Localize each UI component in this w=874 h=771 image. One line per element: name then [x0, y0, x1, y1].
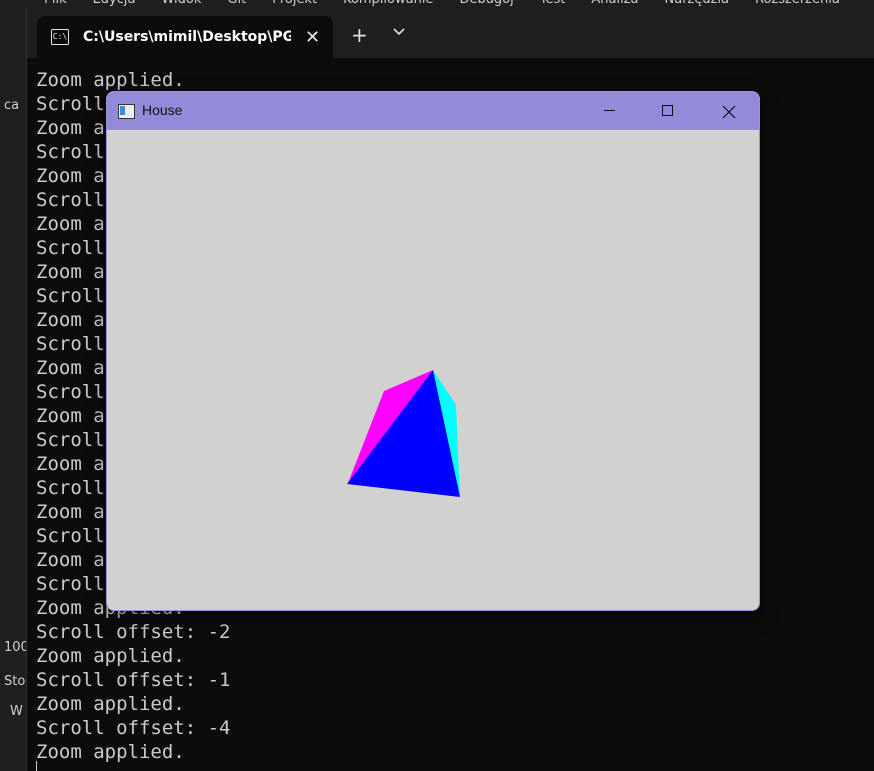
ide-menu-item[interactable]: Narzędzia: [665, 0, 730, 7]
console-line: Zoom applied.: [36, 645, 185, 667]
render-viewport[interactable]: [107, 130, 759, 610]
house-window[interactable]: House: [106, 91, 760, 611]
app-window-icon: [118, 104, 135, 119]
ide-side-panel: ca 100 Sto W: [0, 8, 27, 771]
ide-menubar: Plik Edycja Widok Git Projekt Kompilowanie Deb…: [0, 0, 874, 8]
terminal-tab[interactable]: C:\ C:\Users\mimil\Desktop\PG3D ✕: [37, 16, 333, 58]
ide-menu-item[interactable]: Edycja: [93, 0, 136, 7]
minimize-button[interactable]: [581, 92, 639, 130]
close-tab-icon[interactable]: ✕: [305, 27, 320, 48]
text-cursor: [36, 761, 37, 771]
ide-menu-item[interactable]: Test: [540, 0, 566, 7]
ide-panel-text: W: [10, 704, 23, 719]
chevron-down-icon[interactable]: [393, 24, 405, 40]
window-titlebar[interactable]: House: [107, 92, 759, 130]
console-line: Zoom applied.: [36, 741, 185, 763]
ide-panel-text: 100: [4, 640, 27, 655]
console-line: Scroll offset: -1: [36, 669, 231, 691]
ide-panel-text: ca: [4, 98, 20, 113]
ide-menu-item[interactable]: Analiza: [591, 0, 638, 7]
console-line: Scroll offset: -2: [36, 621, 231, 643]
ide-menu-item[interactable]: Kompilowanie: [343, 0, 433, 7]
ide-menu-item[interactable]: Git: [227, 0, 246, 7]
tab-title: C:\Users\mimil\Desktop\PG3D: [83, 29, 291, 45]
maximize-icon: [662, 105, 673, 116]
ide-menu: Plik Edycja Widok Git Projekt Kompilowanie Deb…: [44, 0, 866, 7]
ide-menu-item[interactable]: Widok: [161, 0, 201, 7]
ide-menu-item[interactable]: Rozszerzenia: [755, 0, 840, 7]
ide-menu-item[interactable]: Plik: [44, 0, 67, 7]
terminal-tab-strip: C:\ C:\Users\mimil\Desktop\PG3D ✕ +: [27, 8, 874, 58]
maximize-button[interactable]: [639, 92, 697, 130]
close-button[interactable]: [699, 92, 757, 130]
close-icon: [722, 105, 736, 119]
console-line: Zoom applied.: [36, 69, 185, 91]
console-line: Scroll offset: -4: [36, 717, 231, 739]
ide-menu-item[interactable]: Projekt: [272, 0, 317, 7]
ide-panel-text: Sto: [4, 674, 26, 689]
minimize-icon: [604, 110, 615, 111]
ide-menu-item[interactable]: Debugój: [459, 0, 513, 7]
terminal-icon: C:\: [51, 29, 69, 45]
window-title: House: [142, 102, 183, 118]
new-tab-plus-icon[interactable]: +: [351, 25, 368, 45]
console-line: Zoom applied.: [36, 693, 185, 715]
